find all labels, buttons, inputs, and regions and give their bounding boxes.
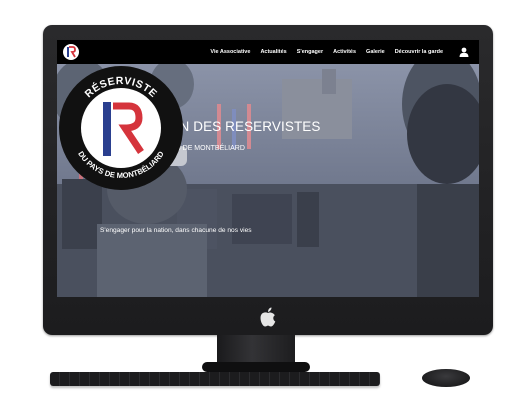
hero-section: ASSOCIATION DES RESERVISTES DU PAYS DE M… <box>57 64 479 297</box>
site-logo-icon[interactable] <box>63 44 79 60</box>
imac-monitor: Vie Associative Actualités S'engager Act… <box>43 25 493 335</box>
imac-stand-foot <box>202 362 310 372</box>
site-navbar: Vie Associative Actualités S'engager Act… <box>57 40 479 64</box>
keyboard <box>50 372 380 386</box>
user-icon[interactable] <box>459 47 469 57</box>
nav-item-vie-associative[interactable]: Vie Associative <box>210 49 250 55</box>
nav-item-galerie[interactable]: Galerie <box>366 49 385 55</box>
mouse <box>422 369 470 387</box>
apple-logo-icon <box>260 307 276 327</box>
reserviste-badge-logo: RÉSERVISTE DU PAYS DE MONTBÉLIARD <box>59 66 183 190</box>
nav-item-decouvrir-la-garde[interactable]: Découvrir la garde <box>395 49 443 55</box>
nav-item-actualites[interactable]: Actualités <box>260 49 286 55</box>
nav-menu: Vie Associative Actualités S'engager Act… <box>210 40 443 64</box>
screen: Vie Associative Actualités S'engager Act… <box>57 40 479 297</box>
nav-item-activites[interactable]: Activités <box>333 49 356 55</box>
nav-item-sengager[interactable]: S'engager <box>297 49 323 55</box>
hero-tagline: S'engager pour la nation, dans chacune d… <box>100 227 252 234</box>
